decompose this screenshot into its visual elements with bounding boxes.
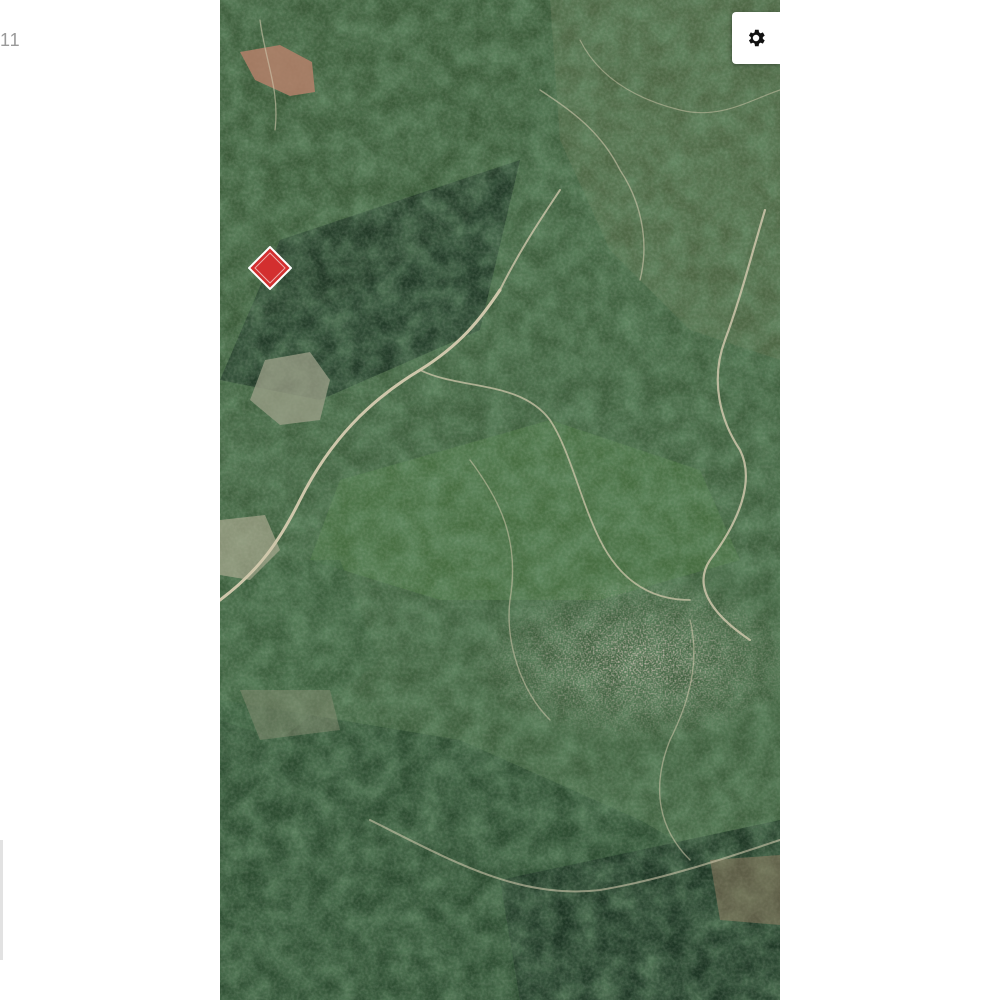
satellite-map[interactable]	[220, 0, 780, 1000]
map-settings-button[interactable]	[732, 12, 780, 64]
satellite-imagery	[220, 0, 780, 1000]
location-marker-icon	[248, 246, 292, 290]
gear-icon	[748, 29, 765, 47]
left-edge-divider	[0, 840, 3, 960]
corner-label: 11	[0, 30, 21, 50]
location-marker[interactable]	[248, 246, 292, 290]
